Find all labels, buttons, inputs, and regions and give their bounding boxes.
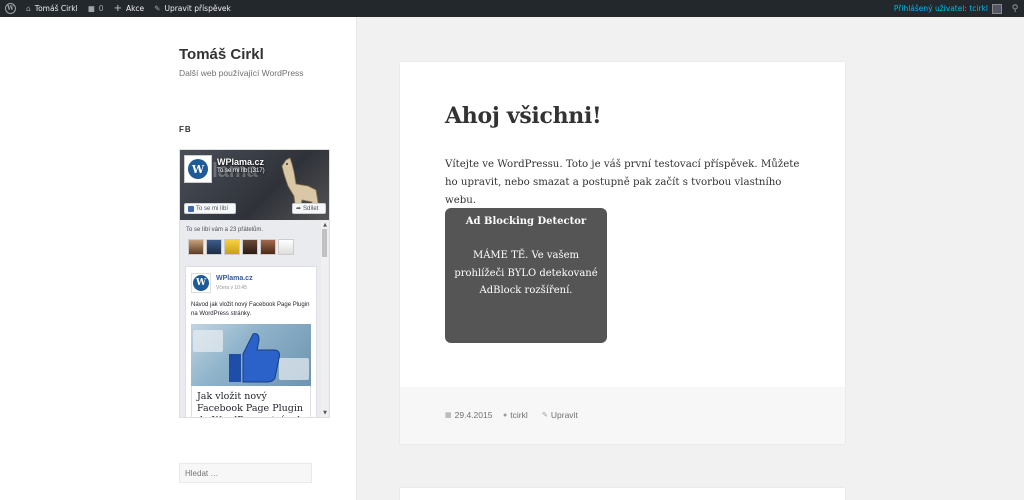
pencil-icon: ✎ xyxy=(154,4,161,13)
comment-icon: ■ xyxy=(87,4,95,13)
post-author[interactable]: ● tcirkl xyxy=(503,410,528,420)
admin-bar: W ⌂ Tomáš Cirkl ■ 0 + Akce ✎ Upravit pří… xyxy=(0,0,1024,17)
fb-friend-faces xyxy=(188,239,294,255)
site-title[interactable]: Tomáš Cirkl xyxy=(179,46,264,63)
post-footer: ▦ 29.4.2015 ● tcirkl ✎ Upravit xyxy=(400,387,845,444)
post-edit-label: Upravit xyxy=(550,410,578,420)
site-name-label: Tomáš Cirkl xyxy=(34,4,78,13)
account-label: Přihlášený uživatel: tcirkl xyxy=(893,4,988,13)
user-icon: ● xyxy=(503,411,508,419)
fb-share-button[interactable]: ➦ Sdílet xyxy=(292,203,326,214)
post-date-label: 29.4.2015 xyxy=(454,410,493,420)
friend-avatar[interactable] xyxy=(242,239,258,255)
fb-post-text: Návod jak vložit nový Facebook Page Plug… xyxy=(191,302,310,317)
share-arrow-icon: ➦ xyxy=(296,206,302,212)
site-name-menu[interactable]: ⌂ Tomáš Cirkl xyxy=(21,0,83,17)
search-icon[interactable]: ⚲ xyxy=(1006,4,1024,14)
fb-post-image[interactable] xyxy=(191,324,311,386)
post-title[interactable]: Ahoj všichni! xyxy=(445,103,602,129)
wp-logo-menu[interactable]: W xyxy=(0,0,21,17)
post-author-label: tcirkl xyxy=(510,410,528,420)
fb-post-link-title[interactable]: Jak vložit nový Facebook Page Plugin do … xyxy=(191,386,311,417)
widget-title: FB xyxy=(179,125,192,134)
scroll-down-icon[interactable]: ▼ xyxy=(323,410,327,416)
comments-menu[interactable]: ■ 0 xyxy=(83,0,109,17)
new-content-label: Akce xyxy=(125,4,145,13)
friend-avatar[interactable] xyxy=(260,239,276,255)
edit-post-label: Upravit příspěvek xyxy=(164,4,231,13)
friend-avatar[interactable] xyxy=(278,239,294,255)
friend-avatar[interactable] xyxy=(206,239,222,255)
home-icon: ⌂ xyxy=(26,4,31,13)
comments-count: 0 xyxy=(98,4,104,13)
fb-scrollbar-thumb[interactable] xyxy=(322,229,327,257)
friend-avatar[interactable] xyxy=(224,239,240,255)
wplama-logo-icon: W xyxy=(188,159,208,179)
adblock-message: MÁME TĚ. Ve vašem prohlížeči BYLO deteko… xyxy=(454,250,598,296)
fb-page-likes: To se mi líbí (317) xyxy=(217,168,265,174)
fb-post-avatar[interactable]: W xyxy=(191,273,211,293)
fb-share-label: Sdílet xyxy=(303,205,319,212)
adblock-notice: Ad Blocking Detector MÁME TĚ. Ve vašem p… xyxy=(445,208,607,343)
pencil-icon: ✎ xyxy=(542,412,548,419)
site-description: Další web používající WordPress xyxy=(179,68,304,78)
my-account-menu[interactable]: Přihlášený uživatel: tcirkl xyxy=(890,3,1006,14)
fb-post-author[interactable]: WPlama.cz xyxy=(216,275,253,282)
fb-page-name[interactable]: WPlama.cz xyxy=(217,157,264,167)
avatar xyxy=(992,3,1002,14)
wplama-logo-icon: W xyxy=(193,275,209,291)
fb-cover-image[interactable]: plama W WPlama.cz To se mi líbí (317) To… xyxy=(180,150,329,220)
new-content-menu[interactable]: + Akce xyxy=(109,0,150,17)
fb-post: W WPlama.cz Včera v 10:45 Návod jak vlož… xyxy=(185,266,317,417)
post-body: Vítejte ve WordPressu. Toto je váš první… xyxy=(445,159,800,206)
friend-avatar[interactable] xyxy=(188,239,204,255)
fb-post-time[interactable]: Včera v 10:45 xyxy=(216,285,247,291)
post-edit-link[interactable]: ✎ Upravit xyxy=(542,410,578,420)
adblock-title: Ad Blocking Detector xyxy=(465,216,587,227)
facebook-icon xyxy=(188,205,194,212)
facebook-page-widget: plama W WPlama.cz To se mi líbí (317) To… xyxy=(179,149,330,418)
fb-like-button[interactable]: To se mi líbí xyxy=(184,203,236,214)
search-input[interactable] xyxy=(179,463,312,483)
thumbs-up-icon xyxy=(193,330,309,383)
post-card: Ahoj všichni! Vítejte ve WordPressu. Tot… xyxy=(400,62,845,444)
edit-post-menu[interactable]: ✎ Upravit příspěvek xyxy=(149,0,236,17)
next-post-card xyxy=(400,488,845,500)
scroll-up-icon[interactable]: ▲ xyxy=(323,222,327,228)
fb-like-label: To se mi líbí xyxy=(196,205,229,212)
fb-friends-text: To se líbí vám a 23 přátelům. xyxy=(186,227,264,233)
post-date[interactable]: ▦ 29.4.2015 xyxy=(445,410,492,420)
fb-page-picture[interactable]: W xyxy=(184,155,212,183)
calendar-icon: ▦ xyxy=(445,412,452,419)
admin-bar-secondary: Přihlášený uživatel: tcirkl ⚲ xyxy=(890,3,1024,14)
plus-icon: + xyxy=(113,3,122,14)
wordpress-logo-icon: W xyxy=(5,3,16,14)
